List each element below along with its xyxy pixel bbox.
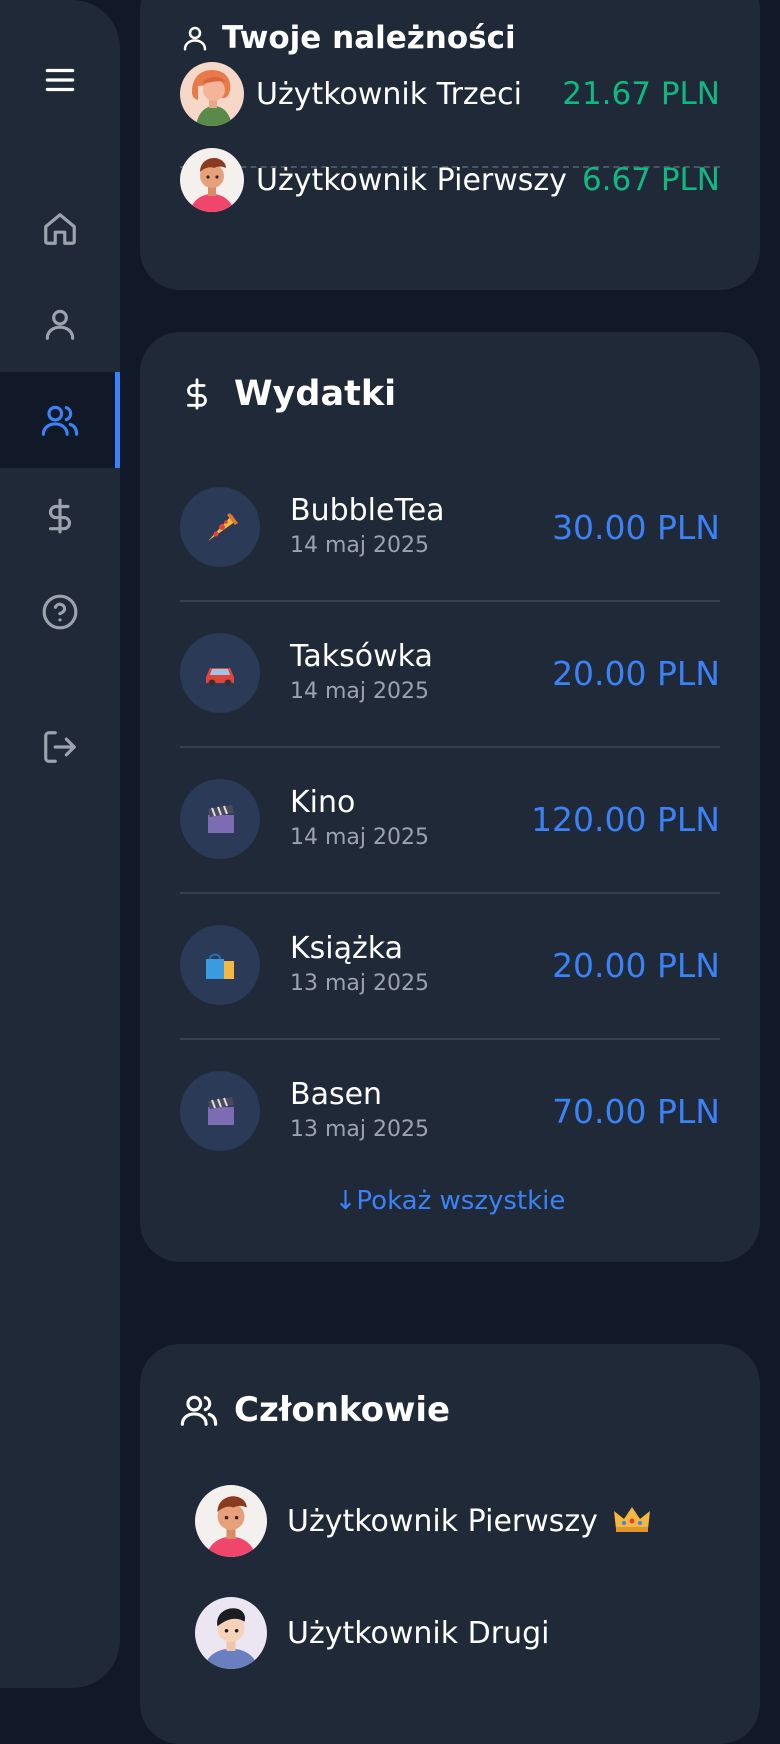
clapperboard-icon xyxy=(180,779,260,859)
expense-name: BubbleTea xyxy=(290,493,445,528)
avatar xyxy=(180,148,244,212)
expense-row[interactable]: Basen 13 maj 2025 70.00 PLN xyxy=(180,1038,720,1184)
expense-date: 14 maj 2025 xyxy=(290,679,429,704)
arrow-down-icon: ↓ xyxy=(334,1186,357,1216)
member-name: Użytkownik Drugi xyxy=(287,1615,550,1651)
member-name: Użytkownik Pierwszy xyxy=(287,1503,598,1539)
show-all-link[interactable]: ↓Pokaż wszystkie xyxy=(140,1186,760,1216)
logout-icon[interactable] xyxy=(0,712,120,782)
dollar-icon[interactable] xyxy=(0,481,120,551)
expense-row[interactable]: Książka 13 maj 2025 20.00 PLN xyxy=(180,892,720,1038)
members-title: Członkowie xyxy=(180,1390,450,1430)
help-circle-icon[interactable] xyxy=(0,577,120,647)
expense-date: 13 maj 2025 xyxy=(290,971,429,996)
users-icon xyxy=(180,1395,218,1426)
expense-name: Książka xyxy=(290,931,403,966)
car-icon xyxy=(180,633,260,713)
expense-amount: 70.00 PLN xyxy=(552,1091,720,1131)
dues-card: Twoje należności Użytkownik Trzeci 21.67… xyxy=(140,0,760,290)
user-icon xyxy=(183,26,207,51)
avatar xyxy=(180,62,244,126)
expense-name: Basen xyxy=(290,1077,383,1112)
crown-icon xyxy=(612,1503,652,1539)
expense-row[interactable]: Kino 14 maj 2025 120.00 PLN xyxy=(180,746,720,892)
expenses-title-label: Wydatki xyxy=(234,374,397,414)
due-name: Użytkownik Pierwszy xyxy=(256,162,567,198)
expenses-title: Wydatki xyxy=(180,374,396,414)
expense-row[interactable]: BubbleTea 14 maj 2025 30.00 PLN xyxy=(180,454,720,600)
due-amount: 6.67 PLN xyxy=(581,162,720,198)
menu-icon[interactable] xyxy=(0,45,120,115)
avatar xyxy=(195,1485,267,1557)
expenses-card: Wydatki BubbleTea 14 maj 2025 30.00 PLN xyxy=(140,332,760,1262)
shopping-bags-icon xyxy=(180,925,260,1005)
clapperboard-icon xyxy=(180,1071,260,1151)
expense-name: Kino xyxy=(290,785,356,820)
show-all-label: Pokaż wszystkie xyxy=(356,1186,566,1216)
pizza-icon xyxy=(180,487,260,567)
member-row[interactable]: Użytkownik Pierwszy xyxy=(195,1484,652,1558)
due-row[interactable]: Użytkownik Pierwszy 6.67 PLN xyxy=(180,138,720,222)
expense-date: 14 maj 2025 xyxy=(290,825,429,850)
sidebar xyxy=(0,0,120,1688)
member-row[interactable]: Użytkownik Drugi xyxy=(195,1596,550,1670)
dollar-icon xyxy=(187,378,207,410)
expense-amount: 20.00 PLN xyxy=(552,653,720,693)
expense-row[interactable]: Taksówka 14 maj 2025 20.00 PLN xyxy=(180,600,720,746)
expense-date: 13 maj 2025 xyxy=(290,1117,429,1142)
user-icon[interactable] xyxy=(0,289,120,359)
expense-amount: 120.00 PLN xyxy=(531,799,720,839)
members-card: Członkowie Użytkownik Pierwszy Użytkowni… xyxy=(140,1344,760,1744)
dues-title-label: Twoje należności xyxy=(222,20,516,56)
due-row[interactable]: Użytkownik Trzeci 21.67 PLN xyxy=(180,52,720,136)
dues-title: Twoje należności xyxy=(180,20,516,56)
due-name: Użytkownik Trzeci xyxy=(256,76,522,112)
avatar xyxy=(195,1597,267,1669)
expense-amount: 20.00 PLN xyxy=(552,945,720,985)
expense-date: 14 maj 2025 xyxy=(290,533,429,558)
due-amount: 21.67 PLN xyxy=(562,76,720,112)
members-title-label: Członkowie xyxy=(234,1390,451,1430)
home-icon[interactable] xyxy=(0,194,120,264)
expense-name: Taksówka xyxy=(290,639,433,674)
users-icon[interactable] xyxy=(0,372,120,468)
expense-amount: 30.00 PLN xyxy=(552,507,720,547)
